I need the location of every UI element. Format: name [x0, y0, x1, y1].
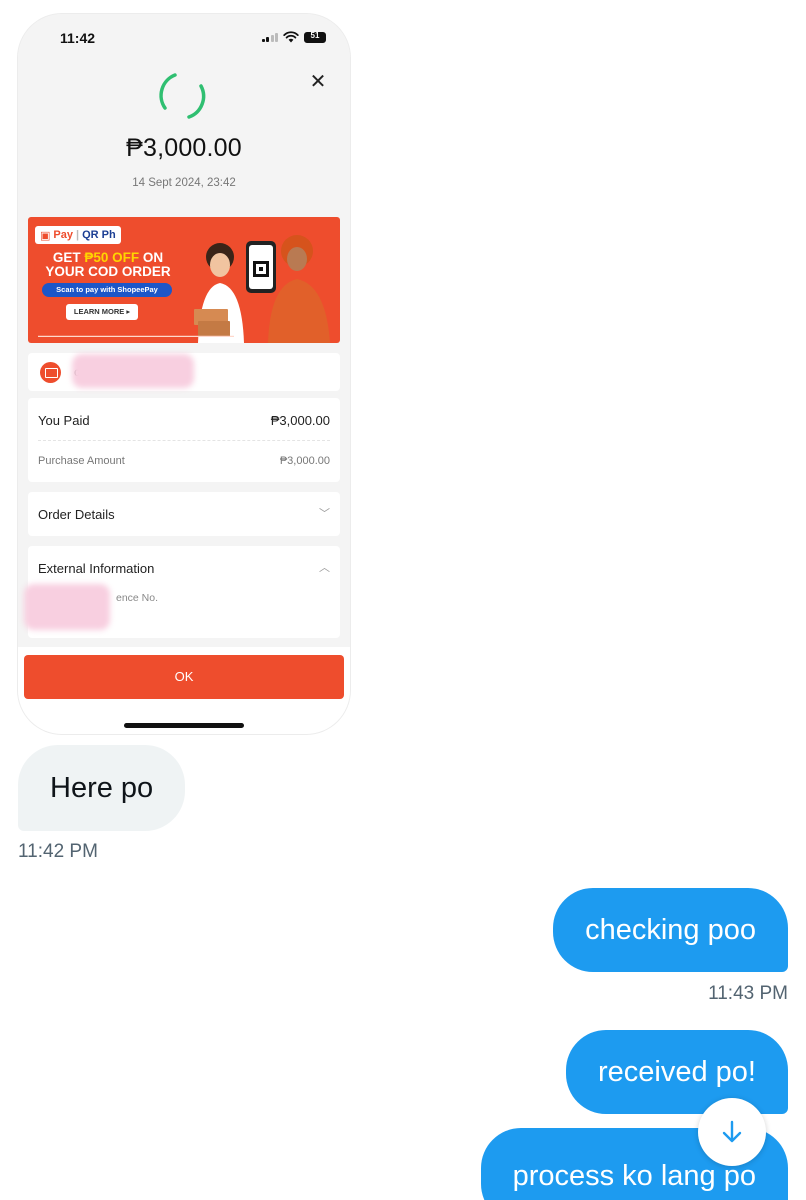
cellular-signal-icon: [261, 32, 278, 42]
bottom-action-bar: OK: [18, 647, 350, 734]
shopee-bag-icon: ▣: [40, 229, 51, 242]
shopeepay-qrph-logo: ▣ Pay | QR Ph: [35, 226, 121, 244]
incoming-message-bubble[interactable]: Here po: [18, 745, 186, 831]
message-text: checking poo: [585, 914, 756, 946]
promo-banner[interactable]: ▣ Pay | QR Ph GET ₱50 OFF ON YOUR COD OR…: [28, 217, 340, 343]
chevron-up-icon: ︿: [319, 562, 330, 574]
outgoing-message-bubble[interactable]: received po!: [566, 1030, 788, 1114]
status-time: 11:42: [60, 30, 96, 46]
message-text: received po!: [598, 1056, 756, 1088]
payment-amount: ₱3,000.00: [126, 134, 242, 162]
shop-icon: [40, 362, 61, 383]
arrow-down-icon: [722, 1120, 742, 1143]
promo-subline: Scan to pay with ShopeePay: [42, 283, 172, 297]
success-progress-icon: [159, 73, 206, 119]
promo-fine-print: ▬▬▬▬▬▬▬▬▬▬▬▬▬▬▬▬▬▬▬▬▬▬▬▬▬▬▬▬▬▬▬▬▬▬▬▬▬▬▬▬…: [38, 333, 234, 338]
transaction-date: 14 Sept 2024, 23:42: [132, 177, 236, 189]
external-information-label: External Information: [38, 561, 155, 576]
order-details-label: Order Details: [38, 507, 115, 522]
battery-icon: 51: [304, 31, 326, 43]
order-details-section[interactable]: Order Details ﹀: [28, 492, 340, 536]
message-text: Here po: [50, 772, 154, 804]
chevron-down-icon: ﹀: [319, 508, 330, 520]
promo-headline: GET ₱50 OFF ON YOUR COD ORDER: [45, 250, 171, 279]
merchant-card: c: [28, 353, 340, 391]
ok-button[interactable]: OK: [24, 655, 344, 699]
learn-more-button[interactable]: LEARN MORE ▸: [66, 304, 138, 320]
external-information-section[interactable]: External Information ︿ ence No.: [24, 546, 340, 638]
message-text: process ko lang po: [512, 1160, 756, 1192]
home-indicator: [124, 723, 244, 728]
redaction-scribble: [24, 584, 110, 630]
you-paid-label: You Paid: [38, 413, 90, 428]
wifi-icon: [283, 31, 299, 43]
outgoing-message-bubble[interactable]: checking poo: [553, 888, 788, 972]
reference-number-label: ence No.: [116, 592, 159, 604]
payment-summary-card: You Paid ₱3,000.00 Purchase Amount ₱3,00…: [28, 398, 340, 482]
redaction-scribble: [72, 354, 194, 388]
status-icons: 51: [261, 31, 326, 43]
you-paid-value: ₱3,000.00: [270, 413, 330, 428]
message-timestamp: 11:43 PM: [708, 983, 788, 1004]
promo-illustration: [194, 235, 330, 343]
purchase-amount-value: ₱3,000.00: [279, 455, 330, 467]
shared-payment-screenshot[interactable]: 11:42 51 ✕ ₱3,000.00 14 Sept 2024, 23:42…: [18, 14, 350, 734]
message-timestamp: 11:42 PM: [18, 841, 98, 862]
dashed-divider: [38, 440, 330, 441]
phone-status-bar: 11:42 51: [18, 14, 350, 64]
scroll-to-bottom-button[interactable]: [698, 1098, 766, 1166]
close-icon[interactable]: ✕: [308, 72, 328, 92]
purchase-amount-label: Purchase Amount: [38, 455, 125, 467]
